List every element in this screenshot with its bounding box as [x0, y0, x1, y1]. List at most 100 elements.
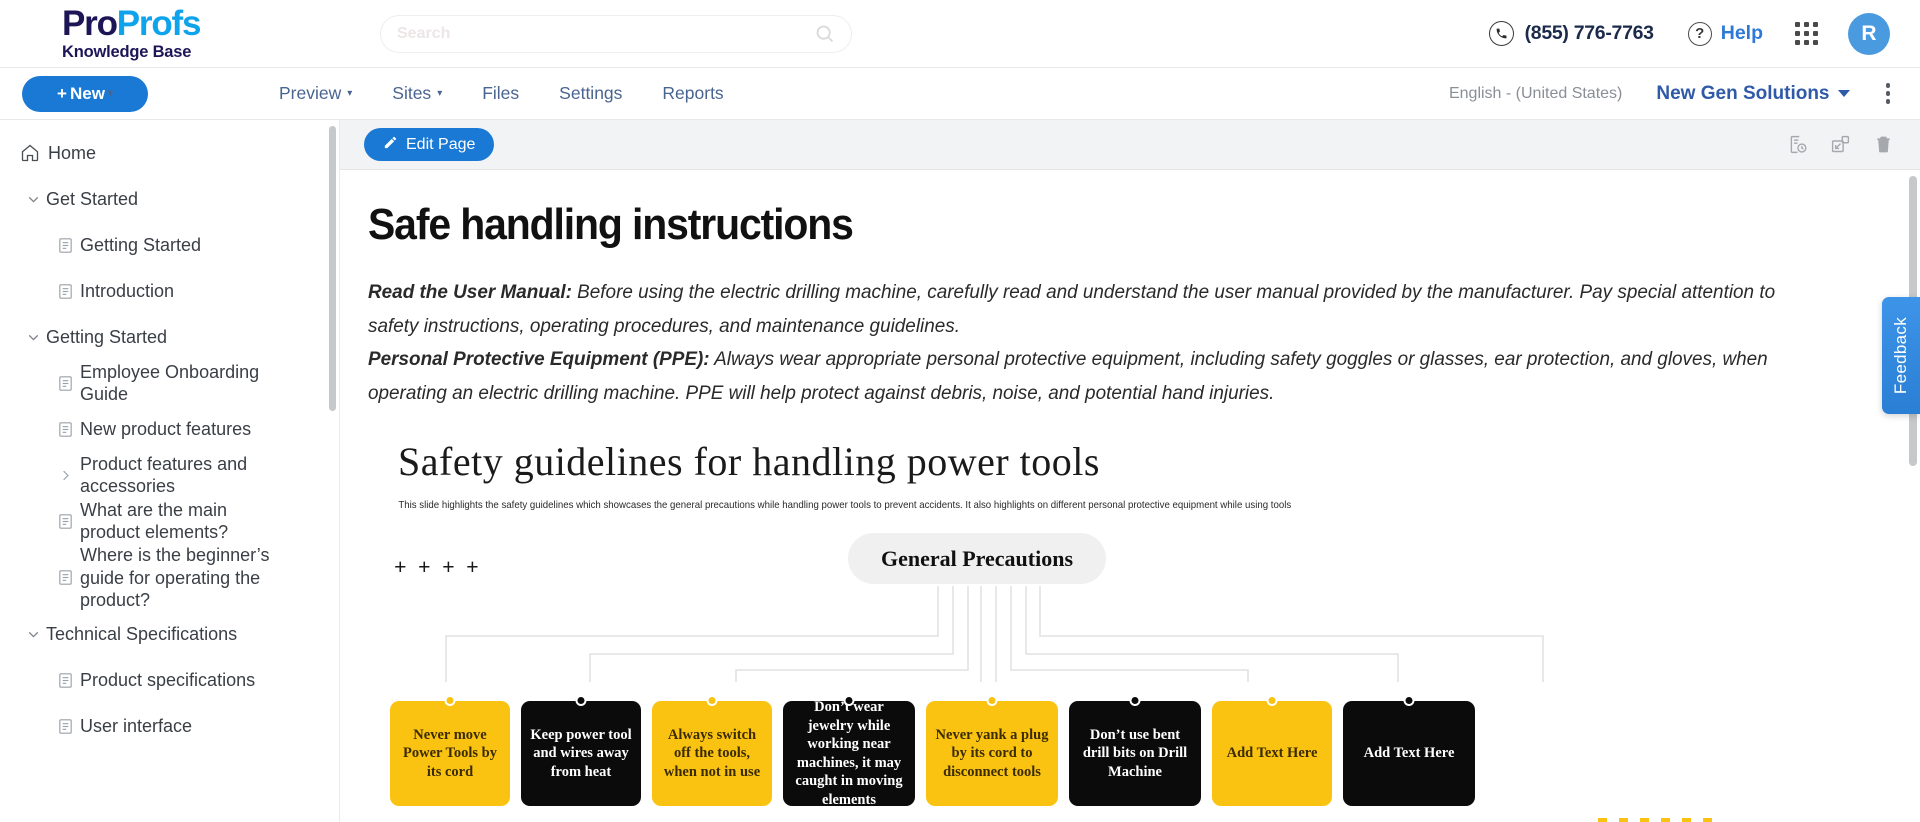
chevron-right-icon[interactable]: [50, 468, 80, 483]
card-connector-dot: [1266, 695, 1278, 707]
sidebar-label: Technical Specifications: [46, 624, 238, 645]
sidebar-item-product-features-and-accessories[interactable]: Product features and accessories: [0, 452, 339, 498]
more-vertical-icon[interactable]: [1880, 77, 1897, 110]
sidebar-label: Introduction: [80, 280, 175, 301]
paragraph-lead: Personal Protective Equipment (PPE):: [368, 348, 710, 371]
organization-selector[interactable]: New Gen Solutions: [1656, 82, 1850, 105]
question-mark-icon: ?: [1687, 21, 1712, 46]
sidebar-group-getting-started[interactable]: Getting Started: [0, 314, 339, 360]
sidebar-item-user-interface[interactable]: User interface: [0, 704, 339, 750]
language-selector[interactable]: English - (United States): [1449, 85, 1622, 103]
organization-label: New Gen Solutions: [1656, 82, 1830, 104]
grid-apps-icon[interactable]: [1795, 22, 1818, 45]
help-label: Help: [1720, 22, 1763, 44]
paragraph-read-the-user-manual: Read the User Manual: Before using the e…: [368, 276, 1815, 343]
precaution-card[interactable]: Don’t wear jewelry while working near ma…: [783, 695, 915, 808]
help-link[interactable]: ? Help: [1687, 21, 1763, 46]
nav-right-cluster: English - (United States) New Gen Soluti…: [1449, 77, 1920, 110]
nav-item-settings[interactable]: Settings: [559, 83, 622, 104]
edit-page-button[interactable]: Edit Page: [364, 128, 495, 161]
slide-subtitle: This slide highlights the safety guideli…: [398, 499, 1292, 512]
nav-item-sites[interactable]: Sites ▾: [392, 83, 442, 104]
sidebar-item-where-is-the-beginners-guide[interactable]: Where is the beginner’s guide for operat…: [0, 544, 339, 612]
connector-lines: [445, 586, 1544, 683]
sidebar-group-technical-specifications[interactable]: Technical Specifications: [0, 612, 339, 658]
popout-expand-icon[interactable]: [1830, 134, 1851, 155]
sidebar-item-introduction[interactable]: Introduction: [0, 268, 339, 314]
edit-page-label: Edit Page: [406, 135, 476, 153]
precaution-card[interactable]: Always switch off the tools, when not in…: [652, 695, 772, 807]
search-input[interactable]: [397, 24, 814, 43]
feedback-tab[interactable]: Feedback: [1882, 297, 1920, 414]
precaution-card[interactable]: Add Text Here: [1212, 695, 1332, 807]
card-text: Don’t use bent drill bits on Drill Machi…: [1082, 726, 1188, 780]
document-icon: [50, 283, 80, 300]
delete-trash-icon[interactable]: [1873, 134, 1894, 155]
card-connector-dot: [986, 695, 998, 707]
new-button-label: New: [69, 83, 105, 103]
nav-item-reports[interactable]: Reports: [662, 83, 723, 104]
sidebar-group-get-started[interactable]: Get Started: [0, 176, 339, 222]
sidebar-scrollbar-thumb[interactable]: [329, 126, 336, 411]
document-icon: [50, 421, 80, 438]
sidebar-scrollbar[interactable]: [329, 120, 336, 822]
precaution-card[interactable]: Never move Power Tools by its cord: [390, 695, 510, 807]
precaution-card[interactable]: Keep power tool and wires away from heat: [521, 695, 641, 807]
slide-title: Safety guidelines for handling power too…: [398, 439, 1100, 485]
sidebar-item-new-product-features[interactable]: New product features: [0, 406, 339, 452]
chevron-down-icon[interactable]: [20, 191, 46, 208]
document-body: Safe handling instructions Read the User…: [340, 170, 1920, 822]
precaution-card[interactable]: Don’t use bent drill bits on Drill Machi…: [1069, 695, 1201, 807]
avatar[interactable]: R: [1848, 12, 1890, 55]
nav-label-sites: Sites: [392, 83, 432, 103]
chevron-down-icon[interactable]: [20, 329, 46, 346]
pencil-icon: [383, 135, 398, 155]
revision-history-icon[interactable]: [1787, 134, 1808, 155]
sidebar-item-what-are-the-main-product-elements[interactable]: What are the main product elements?: [0, 498, 339, 544]
precaution-card[interactable]: Never yank a plug by its cord to disconn…: [926, 695, 1058, 807]
phone-contact[interactable]: (855) 776-7763: [1488, 21, 1654, 46]
home-icon: [20, 143, 48, 163]
sidebar: Home Get Started Getting Started Introdu…: [0, 120, 340, 822]
card-connector-dot: [843, 695, 855, 707]
sidebar-label: Getting Started: [80, 234, 202, 255]
sidebar-label: New product features: [80, 418, 252, 439]
paragraph-ppe: Personal Protective Equipment (PPE): Alw…: [368, 343, 1815, 410]
paragraph-lead: Read the User Manual:: [368, 281, 572, 303]
card-connector-dot: [444, 695, 456, 707]
chevron-down-icon[interactable]: [20, 626, 46, 643]
card-text: Never move Power Tools by its cord: [402, 726, 497, 780]
nav-items: Preview ▾ Sites ▾ Files Settings Reports: [279, 83, 724, 104]
nav-item-files[interactable]: Files: [482, 83, 519, 104]
search-bar[interactable]: [380, 14, 852, 53]
document-icon: [50, 672, 80, 689]
sidebar-item-home[interactable]: Home: [0, 130, 339, 176]
new-button[interactable]: + New ▾: [22, 75, 148, 112]
precaution-cards: Never move Power Tools by its cord Keep …: [368, 695, 1788, 808]
card-connector-dot: [706, 695, 718, 707]
sidebar-item-getting-started[interactable]: Getting Started: [0, 222, 339, 268]
sidebar-item-product-specifications[interactable]: Product specifications: [0, 658, 339, 704]
document-icon: [50, 718, 80, 735]
brand-logo[interactable]: ProProfs Knowledge Base: [0, 6, 310, 62]
search-icon[interactable]: [814, 23, 835, 44]
page-toolbar: Edit Page: [340, 120, 1920, 170]
content-scrollbar[interactable]: [1909, 170, 1917, 822]
document-icon: [50, 237, 80, 254]
document-icon: [50, 375, 80, 392]
embedded-slide-image[interactable]: Safety guidelines for handling power too…: [368, 438, 1788, 822]
sidebar-label: Get Started: [46, 188, 139, 209]
sidebar-item-employee-onboarding-guide[interactable]: Employee Onboarding Guide: [0, 360, 339, 406]
sidebar-label: Employee Onboarding Guide: [80, 361, 260, 405]
card-text: Never yank a plug by its cord to disconn…: [935, 726, 1049, 780]
sidebar-label: Product specifications: [80, 670, 256, 691]
sidebar-label: Getting Started: [46, 326, 168, 347]
precaution-card[interactable]: Add Text Here: [1343, 695, 1475, 807]
secondary-nav-bar: + New ▾ Preview ▾ Sites ▾ Files Settings…: [0, 68, 1920, 120]
sidebar-label: What are the main product elements?: [80, 499, 229, 543]
sidebar-list: Home Get Started Getting Started Introdu…: [0, 120, 339, 750]
nav-item-preview[interactable]: Preview ▾: [279, 83, 352, 104]
card-connector-dot: [575, 695, 587, 707]
brand-logo-text: ProProfs: [62, 6, 310, 41]
card-text: Don’t wear jewelry while working near ma…: [795, 698, 903, 808]
